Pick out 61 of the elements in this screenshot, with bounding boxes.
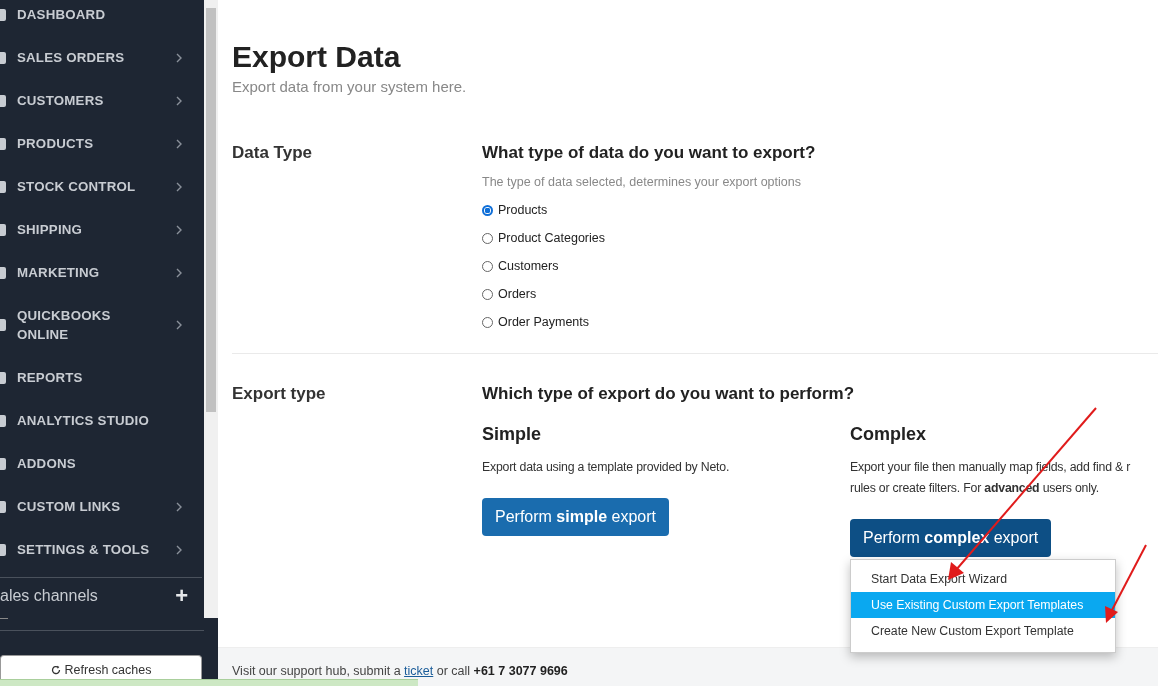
- page-subtitle: Export data from your system here.: [232, 78, 468, 95]
- radio-button[interactable]: [482, 288, 493, 300]
- menu-item-icon: [0, 7, 7, 22]
- nav-item[interactable]: REPORTS: [0, 356, 204, 399]
- option-description: Export data using a template provided by Neto.: [482, 459, 731, 476]
- menu-item-icon: [0, 265, 7, 280]
- section-label: Data Type: [232, 143, 313, 164]
- nav-item[interactable]: SALES ORDERS: [0, 36, 204, 79]
- nav-item[interactable]: QUICKBOOKS ONLINE: [0, 294, 204, 356]
- nav-item[interactable]: STOCK CONTROL: [0, 165, 204, 208]
- radio-button[interactable]: [482, 204, 493, 216]
- scrollbar[interactable]: [204, 0, 218, 618]
- radio-label: Products: [498, 203, 548, 217]
- radio-option[interactable]: Product Categories: [482, 231, 1158, 245]
- section-hint: The type of data selected, determines your export options: [482, 175, 802, 189]
- refresh-icon: [50, 664, 61, 675]
- nav-item[interactable]: DASHBOARD: [0, 0, 204, 36]
- menu-item-icon: [0, 179, 7, 194]
- nav-item[interactable]: ADDONS: [0, 442, 204, 485]
- menu-item-icon: [0, 136, 7, 151]
- menu-item-icon: [0, 50, 7, 65]
- radio-label: Customers: [498, 259, 559, 273]
- refresh-caches-button[interactable]: Refresh caches: [0, 655, 202, 679]
- section-question: What type of data do you want to export?: [482, 143, 817, 163]
- nav-item[interactable]: SHIPPING: [0, 208, 204, 251]
- add-channel-button[interactable]: +: [175, 583, 188, 609]
- footer-text: Visit our support hub, submit a ticket or call +61 7 3077 9696: [232, 664, 568, 678]
- radio-button[interactable]: [482, 260, 493, 272]
- radio-label: Product Categories: [498, 231, 605, 245]
- radio-option[interactable]: Order Payments: [482, 315, 1158, 329]
- radio-option[interactable]: Products: [482, 203, 1158, 217]
- menu-item[interactable]: Start Data Export Wizard: [851, 566, 1115, 592]
- nav-item[interactable]: PRODUCTS: [0, 122, 204, 165]
- menu-item-icon: [0, 318, 7, 332]
- menu-item-icon: [0, 413, 7, 428]
- nav-item[interactable]: SETTINGS & TOOLS: [0, 528, 204, 571]
- nav-item[interactable]: ANALYTICS STUDIO: [0, 399, 204, 442]
- radio-button[interactable]: [482, 232, 493, 244]
- menu-item[interactable]: Create New Custom Export Template: [851, 618, 1115, 644]
- page-title: Export Data: [232, 40, 402, 74]
- nav-item[interactable]: CUSTOMERS: [0, 79, 204, 122]
- menu-item-icon: [0, 456, 7, 471]
- radio-label: Orders: [498, 287, 537, 301]
- option-title: Simple: [482, 424, 543, 445]
- nav-item[interactable]: MARKETING: [0, 251, 204, 294]
- menu-item-icon: [0, 222, 7, 237]
- menu-item-icon: [0, 542, 7, 557]
- menu-item-icon: [0, 499, 7, 514]
- ticket-link[interactable]: ticket: [404, 664, 434, 678]
- sales-channels-heading: ales channels: [0, 587, 98, 605]
- radio-option[interactable]: Orders: [482, 287, 1158, 301]
- menu-item-icon: [0, 93, 7, 108]
- radio-button[interactable]: [482, 316, 493, 328]
- radio-label: Order Payments: [498, 315, 589, 329]
- section-question: Which type of export do you want to perform?: [482, 384, 856, 404]
- option-title: Complex: [850, 424, 928, 445]
- radio-option[interactable]: Customers: [482, 259, 1158, 273]
- section-label: Export type: [232, 384, 327, 405]
- nav-item[interactable]: CUSTOM LINKS: [0, 485, 204, 528]
- simple-export-button[interactable]: Perform simple export: [482, 498, 669, 536]
- menu-item-icon: [0, 370, 7, 385]
